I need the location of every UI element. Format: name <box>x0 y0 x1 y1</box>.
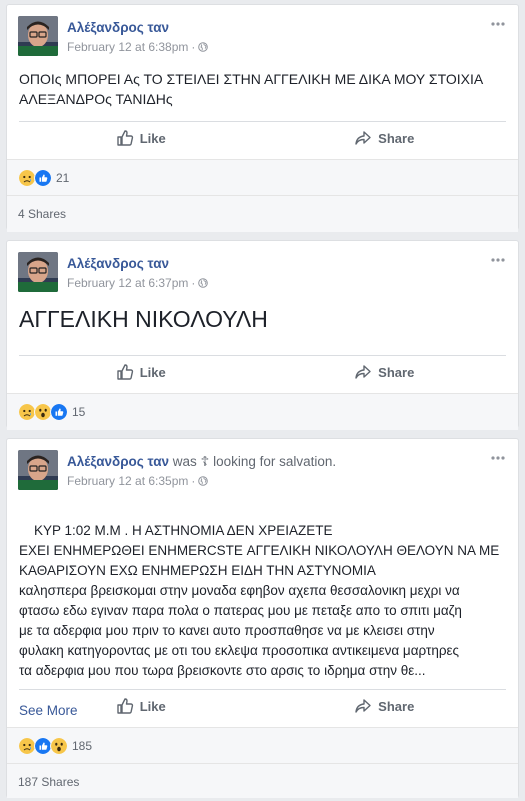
wow-reaction-icon <box>50 737 68 755</box>
post-header: Αλέξανδρος ταν February 12 at 6:38pm · <box>18 16 508 60</box>
shares-count[interactable]: 4 Shares <box>18 207 66 221</box>
reactions-summary[interactable]: 185 <box>18 737 92 755</box>
author-name[interactable]: Αλέξανδρος ταν <box>67 20 169 35</box>
more-options-icon[interactable] <box>488 16 508 32</box>
orthodox-cross-icon: ☦ <box>200 454 210 469</box>
share-button[interactable]: Share <box>263 122 507 154</box>
share-icon <box>354 363 372 381</box>
share-icon <box>354 697 372 715</box>
like-icon <box>116 697 134 715</box>
like-button[interactable]: Like <box>19 690 263 722</box>
post-meta: February 12 at 6:37pm · <box>67 276 208 290</box>
post-card: Αλέξανδρος ταν was ☦ looking for salvati… <box>6 438 519 798</box>
author-name[interactable]: Αλέξανδρος ταν <box>67 454 169 469</box>
post-meta: February 12 at 6:35pm · <box>67 474 208 488</box>
share-label: Share <box>378 130 415 146</box>
like-icon <box>116 129 134 147</box>
like-button[interactable]: Like <box>19 356 263 388</box>
reaction-count[interactable]: 15 <box>72 405 85 419</box>
status-was: was <box>172 454 197 469</box>
globe-icon[interactable] <box>198 476 208 486</box>
post-meta: February 12 at 6:38pm · <box>67 40 208 54</box>
like-reaction-icon <box>50 403 68 421</box>
post-text: ΟΠΟΙς ΜΠΟΡΕΙ Ας ΤΟ ΣΤΕΙΛΕΙ ΣΤΗΝ ΑΓΓΕΛΙΚΗ… <box>19 71 484 107</box>
share-label: Share <box>378 364 415 380</box>
post-header: Αλέξανδρος ταν February 12 at 6:37pm · <box>18 252 508 296</box>
post-card: Αλέξανδρος ταν February 12 at 6:38pm · ΟΠ… <box>6 4 519 232</box>
reactions-summary[interactable]: 15 <box>18 403 85 421</box>
post-body: ΚΥΡ 1:02 Μ.Μ . Η ΑΣΤΗΝΟΜΙΑ ΔΕΝ ΧΡΕΙΑΖΕΤΕ… <box>19 523 500 678</box>
post-card: Αλέξανδρος ταν February 12 at 6:37pm · ΑΓ… <box>6 240 519 430</box>
reaction-count[interactable]: 185 <box>72 739 92 753</box>
globe-icon[interactable] <box>198 278 208 288</box>
shares-count[interactable]: 187 Shares <box>18 775 79 789</box>
timestamp-link[interactable]: February 12 at 6:38pm <box>67 40 188 54</box>
share-icon <box>354 129 372 147</box>
post-actions: Like Share <box>19 121 506 154</box>
avatar[interactable] <box>18 450 58 490</box>
share-button[interactable]: Share <box>263 690 507 722</box>
more-options-icon[interactable] <box>488 252 508 268</box>
avatar[interactable] <box>18 16 58 56</box>
like-label: Like <box>139 698 166 714</box>
like-label: Like <box>139 364 166 380</box>
shares-bar: 4 Shares <box>7 195 518 232</box>
post-header: Αλέξανδρος ταν was ☦ looking for salvati… <box>18 450 508 494</box>
post-text: ΚΥΡ 1:02 Μ.Μ . Η ΑΣΤΗΝΟΜΙΑ ΔΕΝ ΧΡΕΙΑΖΕΤΕ… <box>19 501 508 761</box>
reaction-count[interactable]: 21 <box>56 171 69 185</box>
avatar[interactable] <box>18 252 58 292</box>
post-actions: Like Share <box>19 689 506 722</box>
share-button[interactable]: Share <box>263 356 507 388</box>
like-label: Like <box>139 130 166 146</box>
reactions-bar: 21 <box>7 159 518 196</box>
post-actions: Like Share <box>19 355 506 388</box>
reactions-bar: 185 <box>7 727 518 764</box>
reactions-bar: 15 <box>7 393 518 430</box>
timestamp-link[interactable]: February 12 at 6:37pm <box>67 276 188 290</box>
shares-bar: 187 Shares <box>7 763 518 798</box>
like-reaction-icon <box>34 169 52 187</box>
more-options-icon[interactable] <box>488 450 508 466</box>
like-icon <box>116 363 134 381</box>
globe-icon[interactable] <box>198 42 208 52</box>
author-line: Αλέξανδρος ταν was ☦ looking for salvati… <box>67 454 336 470</box>
like-button[interactable]: Like <box>19 122 263 154</box>
timestamp-link[interactable]: February 12 at 6:35pm <box>67 474 188 488</box>
author-name[interactable]: Αλέξανδρος ταν <box>67 256 169 271</box>
status-activity[interactable]: looking for salvation. <box>213 454 336 469</box>
post-text: ΑΓΓΕΛΙΚΗ ΝΙΚΟΛΟΥΛΗ <box>19 306 268 332</box>
share-label: Share <box>378 698 415 714</box>
reactions-summary[interactable]: 21 <box>18 169 69 187</box>
